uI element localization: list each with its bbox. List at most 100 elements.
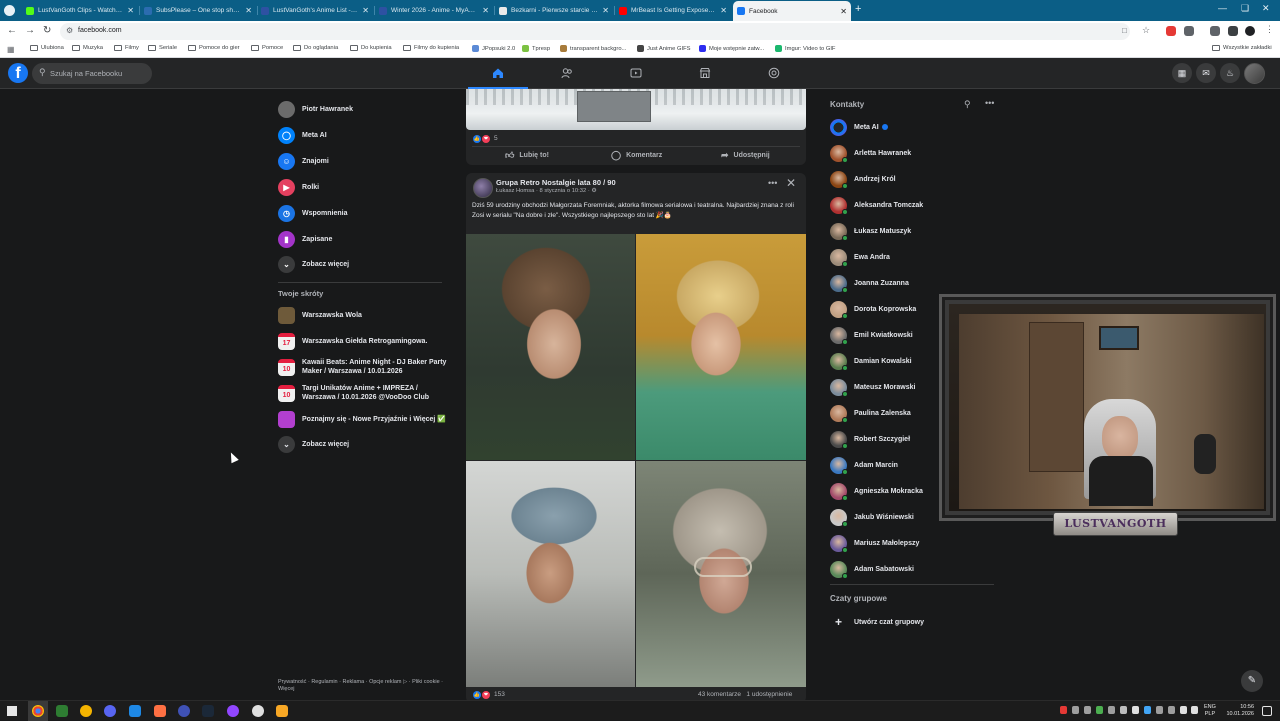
- bookmark-item[interactable]: Moje wstępnie zatw...: [699, 45, 764, 52]
- close-window-icon[interactable]: ✕: [1262, 3, 1270, 14]
- network-tray-icon[interactable]: [1180, 706, 1187, 714]
- bookmark-item[interactable]: Muzyka: [72, 45, 103, 51]
- comment-count[interactable]: 43 komentarze: [698, 691, 741, 698]
- shortcut-item[interactable]: 10 Targi Unikatów Anime + IMPREZA / Warsz…: [278, 382, 448, 404]
- facebook-logo[interactable]: f: [8, 63, 28, 83]
- browser-menu-icon[interactable]: ⋮: [1265, 24, 1274, 35]
- apps-grid-icon[interactable]: ▦: [7, 45, 15, 54]
- bookmark-star-icon[interactable]: ☆: [1142, 25, 1150, 36]
- tray-icon[interactable]: [1060, 706, 1067, 714]
- bookmark-item[interactable]: JPopsuki 2.0: [472, 45, 515, 52]
- back-icon[interactable]: ←: [7, 25, 17, 36]
- bookmark-item[interactable]: Imgur: Video to GIF: [775, 45, 835, 52]
- tray-icon[interactable]: [1108, 706, 1115, 714]
- bookmark-item[interactable]: Do oglądania: [293, 45, 338, 51]
- browser-tab[interactable]: Bezkarni - Pierwsze starcie / Th ✕: [495, 2, 613, 19]
- app-taskbar-icon[interactable]: [227, 705, 239, 717]
- nav-tab-home[interactable]: [468, 58, 528, 89]
- extension-icon[interactable]: [1166, 26, 1176, 36]
- site-info-icon[interactable]: ⚙: [66, 26, 73, 35]
- bookmark-item[interactable]: Filmy: [114, 45, 139, 51]
- shortcut-item[interactable]: 17 Warszawska Giełda Retrogamingowa.: [278, 330, 448, 352]
- contact-item[interactable]: Adam Sabatowski: [830, 558, 990, 580]
- chrome-taskbar-icon[interactable]: [32, 705, 44, 717]
- tab-close-icon[interactable]: ✕: [482, 6, 489, 15]
- vlc-taskbar-icon[interactable]: [154, 705, 166, 717]
- bookmark-item[interactable]: Ulubiona: [30, 45, 64, 51]
- app-taskbar-icon[interactable]: [178, 705, 190, 717]
- url-omnibox[interactable]: ⚙ facebook.com □: [60, 23, 1130, 40]
- tab-close-icon[interactable]: ✕: [840, 7, 847, 16]
- browser-tab[interactable]: LustVanGoth's Anime List - My ✕: [257, 2, 373, 19]
- sidebar-item[interactable]: ▶ Rolki: [278, 176, 448, 198]
- contact-item[interactable]: Joanna Zuzanna: [830, 272, 990, 294]
- nav-tab-marketplace[interactable]: [675, 58, 735, 89]
- browser-tab[interactable]: Facebook ✕: [733, 1, 851, 21]
- browser-tab[interactable]: LustVanGoth Clips - Watch Live ✕: [22, 2, 138, 19]
- browser-tab[interactable]: Winter 2026 - Anime - MyAnime ✕: [375, 2, 493, 19]
- contact-item[interactable]: Arletta Hawranek: [830, 142, 990, 164]
- browser-tab[interactable]: MrBeast Is Getting Exposed... A ✕: [615, 2, 731, 19]
- account-avatar[interactable]: [1244, 63, 1265, 84]
- volume-tray-icon[interactable]: [1191, 706, 1198, 714]
- shortcut-item[interactable]: Warszawska Wola: [278, 304, 448, 326]
- browser-tab[interactable]: SubsPlease – One stop shop for ✕: [140, 2, 256, 19]
- download-icon[interactable]: [1210, 26, 1220, 36]
- tray-icon[interactable]: [1156, 706, 1163, 714]
- forward-icon[interactable]: →: [25, 25, 35, 36]
- group-avatar[interactable]: [473, 178, 493, 198]
- bookmark-item[interactable]: Filmy do kupienia: [403, 45, 459, 51]
- sidebar-item[interactable]: ⌄ Zobacz więcej: [278, 253, 448, 275]
- sidebar-item[interactable]: ◯ Meta AI: [278, 124, 448, 146]
- contacts-options-icon[interactable]: •••: [985, 98, 994, 108]
- profile-icon[interactable]: [1245, 26, 1255, 36]
- obs-taskbar-icon[interactable]: [252, 705, 264, 717]
- nav-tab-friends[interactable]: [537, 58, 597, 89]
- footer-links[interactable]: Prywatność · Regulamin · Reklama · Opcje…: [278, 679, 448, 693]
- sidebar-item[interactable]: ◷ Wspomnienia: [278, 202, 448, 224]
- menu-grid-icon[interactable]: ▦: [1172, 63, 1192, 83]
- bookmark-item[interactable]: Seriale: [148, 45, 177, 51]
- like-button[interactable]: 👍︎ Lubię to!: [505, 150, 549, 161]
- maximize-icon[interactable]: ❏: [1241, 3, 1249, 14]
- tab-close-icon[interactable]: ✕: [362, 6, 369, 15]
- sidebar-item[interactable]: ▮ Zapisane: [278, 228, 448, 250]
- app-taskbar-icon[interactable]: [129, 705, 141, 717]
- shortcut-item[interactable]: Poznajmy się - Nowe Przyjaźnie i Więcej …: [278, 408, 448, 430]
- microphone-tray-icon[interactable]: [1132, 706, 1139, 714]
- file-explorer-taskbar-icon[interactable]: [276, 705, 288, 717]
- windows-start-icon[interactable]: [7, 706, 17, 716]
- contact-item[interactable]: Aleksandra Tomczak: [830, 194, 990, 216]
- tray-icon[interactable]: [1168, 706, 1175, 714]
- share-button[interactable]: ➦ Udostępnij: [721, 150, 770, 161]
- tab-search-icon[interactable]: [4, 5, 15, 16]
- post-image-snow[interactable]: [466, 89, 806, 130]
- app-taskbar-icon[interactable]: [56, 705, 68, 717]
- group-name[interactable]: Grupa Retro Nostalgie lata 80 / 90: [496, 178, 616, 187]
- tray-icon[interactable]: [1096, 706, 1103, 714]
- new-tab-button[interactable]: +: [855, 3, 861, 15]
- tray-icon[interactable]: [1120, 706, 1127, 714]
- tray-icon[interactable]: [1084, 706, 1091, 714]
- tab-close-icon[interactable]: ✕: [245, 6, 252, 15]
- post-photo-4[interactable]: [636, 461, 806, 687]
- reload-icon[interactable]: ↻: [43, 25, 51, 36]
- create-group-chat-button[interactable]: + Utwórz czat grupowy: [830, 612, 924, 632]
- post-options-icon[interactable]: •••: [768, 178, 777, 188]
- taskbar-clock[interactable]: 10:56 10.01.2026: [1224, 704, 1254, 718]
- share-count[interactable]: 1 udostępnienie: [746, 691, 792, 698]
- tray-icon[interactable]: [1144, 706, 1151, 714]
- post-photo-2[interactable]: [636, 234, 806, 460]
- tray-icon[interactable]: [1072, 706, 1079, 714]
- steam-taskbar-icon[interactable]: [202, 705, 214, 717]
- bookmark-item[interactable]: Just Anime GIFS: [637, 45, 691, 52]
- contact-item[interactable]: Meta AI: [830, 116, 990, 138]
- extensions-puzzle-icon[interactable]: [1184, 26, 1194, 36]
- reaction-count[interactable]: 5: [494, 135, 498, 142]
- bookmark-item[interactable]: Pomoce do gier: [188, 45, 240, 51]
- nav-tab-gaming[interactable]: [744, 58, 804, 89]
- reaction-count[interactable]: 153: [494, 691, 505, 698]
- contact-item[interactable]: Ewa Andra: [830, 246, 990, 268]
- contacts-search-icon[interactable]: ⚲: [964, 99, 971, 110]
- tab-close-icon[interactable]: ✕: [127, 6, 134, 15]
